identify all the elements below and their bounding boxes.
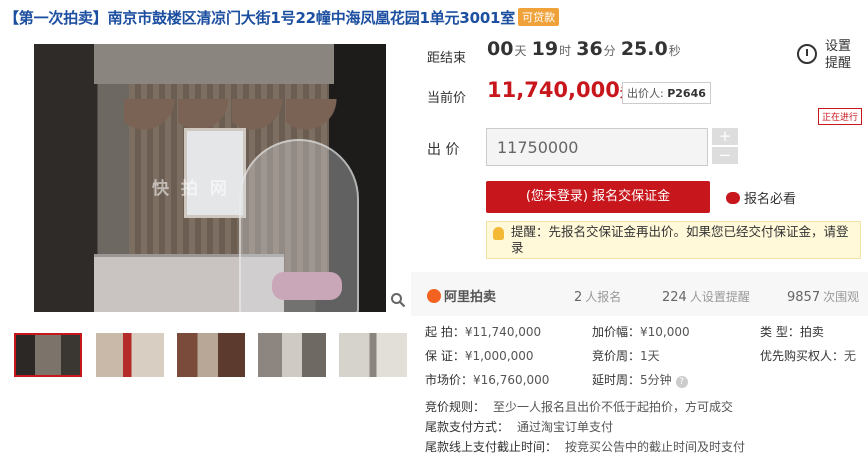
- main-photo[interactable]: 快 拍 网: [34, 44, 386, 312]
- market-price-label: 市场价：: [425, 373, 474, 387]
- signup-count-label: 人报名: [585, 290, 622, 304]
- signup-count-value: 2: [574, 290, 583, 305]
- countdown-minutes: 36: [576, 38, 603, 60]
- page-title: 【第一次拍卖】南京市鼓楼区清凉门大街1号22幢中海凤凰花园1单元3001室 可贷款: [4, 7, 868, 29]
- reminder-count-value: 224: [662, 290, 687, 305]
- thumbnail-5[interactable]: [339, 333, 407, 377]
- countdown: 00天 19时 36分 25.0秒: [487, 38, 682, 60]
- loan-badge: 可贷款: [518, 8, 560, 26]
- payment-method-label: 尾款支付方式：: [425, 420, 510, 434]
- start-price-value: ¥11,740,000: [464, 325, 542, 339]
- stats-bar: 阿里拍卖 2 人报名 224 人设置提醒 9857 次围观: [411, 272, 868, 316]
- signup-deposit-button[interactable]: (您未登录) 报名交保证金: [486, 181, 710, 213]
- market-price-value: ¥16,760,000: [473, 373, 550, 387]
- countdown-days: 00: [487, 38, 514, 60]
- bid-label: 出 价: [427, 142, 460, 158]
- bid-amount-input[interactable]: 11750000: [486, 128, 708, 166]
- login-notice: 提醒：先报名交保证金再出价。如果您已经交付保证金，请登录: [486, 221, 861, 259]
- days-unit: 天: [514, 44, 527, 58]
- bidder-badge: 出价人: P2646: [622, 82, 711, 104]
- current-price-label: 当前价: [427, 91, 467, 106]
- hours-unit: 时: [559, 44, 572, 58]
- coins-icon: [726, 192, 740, 204]
- bidder-id: P2646: [667, 87, 706, 100]
- increment: 加价幅：¥10,000: [592, 323, 690, 340]
- payment-deadline: 尾款线上支付截止时间： 按竞买公告中的截止时间及时支付: [425, 438, 745, 455]
- help-icon[interactable]: ?: [675, 376, 688, 388]
- period-value: 1天: [640, 349, 660, 363]
- thumbnail-4[interactable]: [258, 333, 326, 377]
- bidding-rule: 竞价规则： 至少一人报名且出价不低于起拍价，方可成交: [425, 398, 733, 415]
- thumbnail-1[interactable]: [14, 333, 82, 377]
- increase-bid-button[interactable]: +: [712, 128, 738, 145]
- type-value: 拍卖: [799, 325, 824, 339]
- zoom-icon[interactable]: [390, 292, 408, 310]
- decrease-bid-button[interactable]: −: [712, 147, 738, 164]
- current-price-value: 11,740,000: [487, 78, 620, 102]
- auction-title: 【第一次拍卖】南京市鼓楼区清凉门大街1号22幢中海凤凰花园1单元3001室: [4, 9, 516, 27]
- bidder-label: 出价人:: [627, 87, 664, 100]
- thumbnail-3[interactable]: [177, 333, 245, 377]
- seconds-unit: 秒: [668, 44, 681, 58]
- minutes-unit: 分: [603, 44, 616, 58]
- priority-label: 优先购买权人：: [760, 349, 845, 363]
- payment-deadline-value: 按竞买公告中的截止时间及时支付: [565, 440, 746, 454]
- lightbulb-icon: [493, 227, 504, 240]
- deposit-value: ¥1,000,000: [464, 349, 534, 363]
- ali-auction-logo: 阿里拍卖: [427, 286, 496, 305]
- deposit-label: 保 证：: [425, 349, 465, 363]
- delay-value: 5分钟: [640, 373, 672, 387]
- countdown-seconds: 25.0: [620, 38, 668, 60]
- alarm-clock-icon: [797, 44, 817, 64]
- increment-value: ¥10,000: [640, 325, 690, 339]
- delay-period: 延时周：5分钟?: [592, 371, 688, 388]
- photo-ceiling: [94, 44, 334, 84]
- photo-window: [184, 128, 246, 218]
- period-label: 竞价周：: [592, 349, 641, 363]
- delay-label: 延时周：: [592, 373, 641, 387]
- payment-method: 尾款支付方式： 通过淘宝订单支付: [425, 418, 613, 435]
- increment-label: 加价幅：: [592, 325, 641, 339]
- priority-value: 无: [844, 349, 857, 363]
- auction-type: 类 型：拍卖: [760, 323, 824, 340]
- signup-count: 2 人报名: [574, 288, 621, 305]
- start-price-label: 起 拍：: [425, 325, 465, 339]
- set-reminder-label: 设置提醒: [825, 39, 852, 71]
- ali-logo-icon: [427, 289, 441, 303]
- type-label: 类 型：: [760, 325, 800, 339]
- notice-text: 提醒：先报名交保证金再出价。如果您已经交付保证金，请登录: [511, 224, 849, 255]
- brand-name: 阿里拍卖: [444, 290, 497, 305]
- photo-toy: [272, 272, 342, 300]
- reminder-count: 224 人设置提醒: [662, 288, 750, 305]
- market-price: 市场价：¥16,760,000: [425, 371, 549, 388]
- must-read-label: 报名必看: [744, 192, 797, 207]
- rule-value: 至少一人报名且出价不低于起拍价，方可成交: [493, 400, 734, 414]
- start-price: 起 拍：¥11,740,000: [425, 323, 541, 340]
- watermark: 快 拍 网: [152, 179, 230, 199]
- rule-label: 竞价规则：: [425, 400, 486, 414]
- thumbnail-2[interactable]: [96, 333, 164, 377]
- priority-buyer: 优先购买权人：无: [760, 347, 856, 364]
- status-badge: 正在进行: [818, 108, 863, 125]
- view-count-label: 次围观: [823, 290, 860, 304]
- thumbnail-strip: [14, 333, 414, 381]
- bidding-period: 竞价周：1天: [592, 347, 660, 364]
- payment-method-value: 通过淘宝订单支付: [517, 420, 614, 434]
- view-count: 9857 次围观: [787, 288, 859, 305]
- countdown-label: 距结束: [427, 51, 467, 66]
- reminder-count-label: 人设置提醒: [689, 290, 750, 304]
- countdown-hours: 19: [531, 38, 559, 60]
- view-count-value: 9857: [787, 290, 821, 305]
- current-price: 11,740,000元: [487, 78, 633, 102]
- deposit: 保 证：¥1,000,000: [425, 347, 534, 364]
- must-read-link[interactable]: 报名必看: [726, 188, 796, 207]
- payment-deadline-label: 尾款线上支付截止时间：: [425, 440, 558, 454]
